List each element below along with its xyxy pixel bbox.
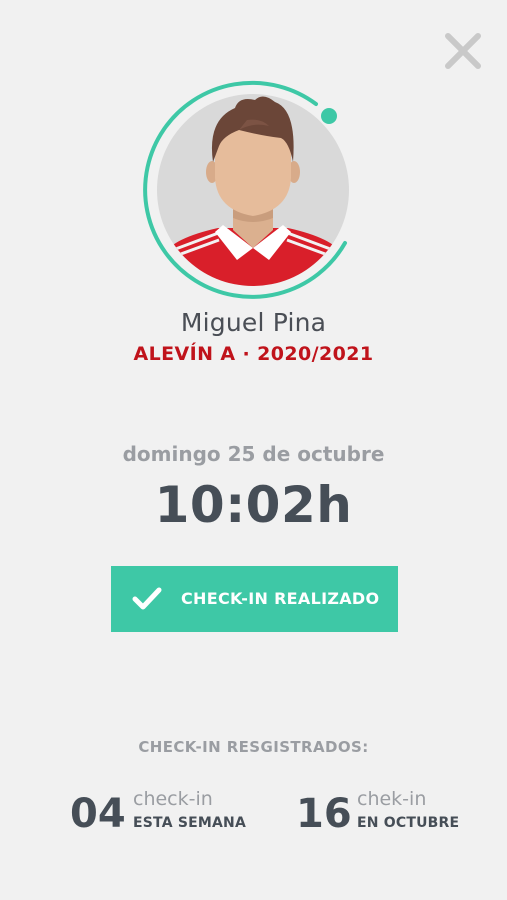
stats-title: CHECK-IN RESGISTRADOS: (138, 738, 369, 756)
player-name: Miguel Pina (180, 308, 327, 337)
checkin-button-label: CHECK-IN REALIZADO (181, 589, 380, 608)
stat-month: 16 chek-in EN OCTUBRE (296, 788, 476, 840)
stat-month-count: 16 (296, 791, 352, 837)
close-button[interactable] (442, 30, 484, 72)
stat-week-unit: check-in (133, 788, 213, 810)
stat-month-unit: chek-in (357, 788, 427, 810)
checkin-done-button[interactable]: CHECK-IN REALIZADO (111, 566, 398, 632)
close-icon (445, 33, 481, 69)
player-team: ALEVÍN A · 2020/2021 (133, 343, 374, 365)
checkin-time: 10:02h (154, 476, 353, 534)
checkin-screen: Miguel Pina ALEVÍN A · 2020/2021 domingo… (0, 0, 507, 900)
stat-week-count: 04 (70, 791, 126, 837)
checkmark-icon (132, 587, 162, 610)
stat-week-period: ESTA SEMANA (133, 815, 246, 831)
player-avatar (143, 80, 349, 299)
checkin-date: domingo 25 de octubre (122, 442, 385, 466)
stat-month-period: EN OCTUBRE (357, 815, 460, 831)
stat-week: 04 check-in ESTA SEMANA (70, 788, 260, 840)
avatar (143, 80, 363, 300)
